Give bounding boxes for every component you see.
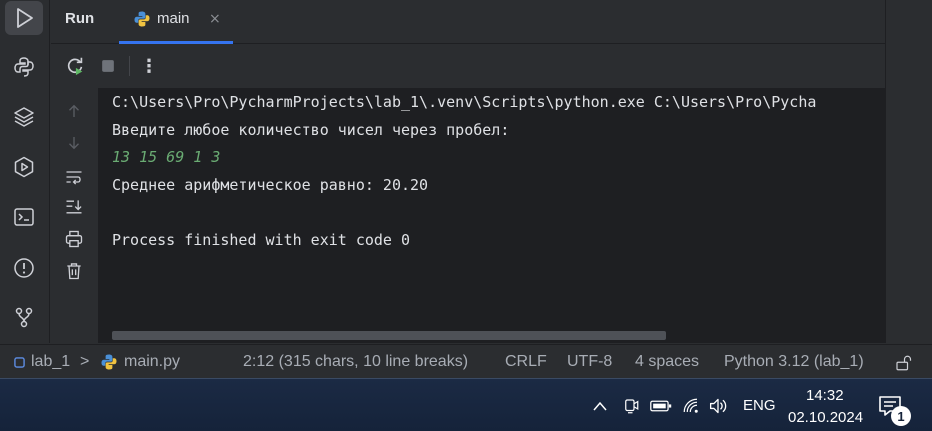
breadcrumb-separator: > [80,353,90,370]
print-button[interactable] [63,228,85,250]
toolbar-divider [129,56,130,76]
tab-main[interactable]: main × [119,0,233,44]
arrow-up-icon [69,104,79,117]
line-separator-widget[interactable]: CRLF [505,353,547,371]
tab-main-label: main [157,10,190,27]
scroll-to-end-button[interactable] [63,196,85,218]
clear-all-button[interactable] [63,260,85,282]
battery-icon[interactable] [650,399,672,413]
indent-widget[interactable]: 4 spaces [635,353,699,371]
run-tool-button[interactable] [5,1,43,35]
scroll-down-button[interactable] [63,132,85,154]
status-bar: lab_1 > main.py 2:12 (315 chars, 10 line… [0,344,932,378]
console-line-user-input: 13 15 69 1 3 [112,148,221,166]
git-button[interactable] [5,300,43,334]
services-icon [14,156,34,178]
meet-now-icon[interactable] [622,397,640,415]
console-side-toolbar [51,88,98,343]
interpreter-widget[interactable]: Python 3.12 (lab_1) [724,353,864,371]
run-toolbar: ⋮ [51,45,885,87]
python-file-icon [101,354,117,370]
python-file-icon [134,11,150,27]
console-line-prompt: Введите любое количество чисел через про… [112,121,510,139]
notification-badge: 1 [891,406,911,426]
console-line-result: Среднее арифметическое равно: 20.20 [112,176,429,194]
breadcrumb-project[interactable]: lab_1 [31,353,70,371]
right-tool-strip [885,0,932,343]
rerun-button[interactable] [63,54,87,78]
wifi-icon[interactable] [682,397,700,415]
python-packages-button[interactable] [5,50,43,84]
chevron-up-icon[interactable] [592,399,608,413]
layers-icon [14,107,34,127]
speaker-icon[interactable] [708,397,728,415]
clock-time[interactable]: 14:32 [806,387,844,404]
trash-icon [67,263,81,280]
pycharm-window: Run main × ⋮ C:\Users\Pro\PycharmProject… [0,0,932,431]
caret-position[interactable]: 2:12 (315 chars, 10 line breaks) [243,353,468,371]
rerun-icon [67,57,83,76]
console-line-command: C:\Users\Pro\PycharmProjects\lab_1\.venv… [112,93,817,111]
problems-icon [14,258,34,278]
services-button[interactable] [5,150,43,184]
run-triangle-icon [17,8,33,28]
terminal-button[interactable] [5,200,43,234]
python-console-icon [14,57,34,77]
input-language[interactable]: ENG [743,397,776,414]
git-branch-icon [15,307,33,328]
scroll-up-button[interactable] [63,100,85,122]
scroll-to-end-icon [66,200,82,214]
project-module-icon [14,357,25,368]
console-line-exit: Process finished with exit code 0 [112,231,411,249]
arrow-down-icon [69,137,79,150]
terminal-icon [14,208,34,226]
encoding-widget[interactable]: UTF-8 [567,353,612,371]
stop-icon [102,60,114,72]
layers-button[interactable] [5,100,43,134]
run-console-output[interactable]: C:\Users\Pro\PycharmProjects\lab_1\.venv… [98,88,885,343]
active-tab-indicator [119,41,233,44]
more-options-icon: ⋮ [140,55,158,77]
horizontal-scrollbar[interactable] [112,331,666,340]
printer-icon [65,230,83,248]
run-tool-title: Run [65,10,95,27]
breadcrumb-file[interactable]: main.py [124,353,180,371]
left-tool-strip [0,0,50,343]
stop-button[interactable] [96,54,120,78]
close-tab-icon[interactable]: × [209,11,221,27]
soft-wrap-icon [66,171,82,185]
problems-button[interactable] [5,251,43,285]
more-options-button[interactable]: ⋮ [137,54,161,78]
unlock-icon[interactable] [894,354,912,372]
windows-taskbar: ENG 14:32 02.10.2024 1 [0,378,932,431]
clock-date[interactable]: 02.10.2024 [788,409,863,426]
run-tool-header: Run main × [51,0,885,44]
soft-wrap-button[interactable] [63,166,85,188]
